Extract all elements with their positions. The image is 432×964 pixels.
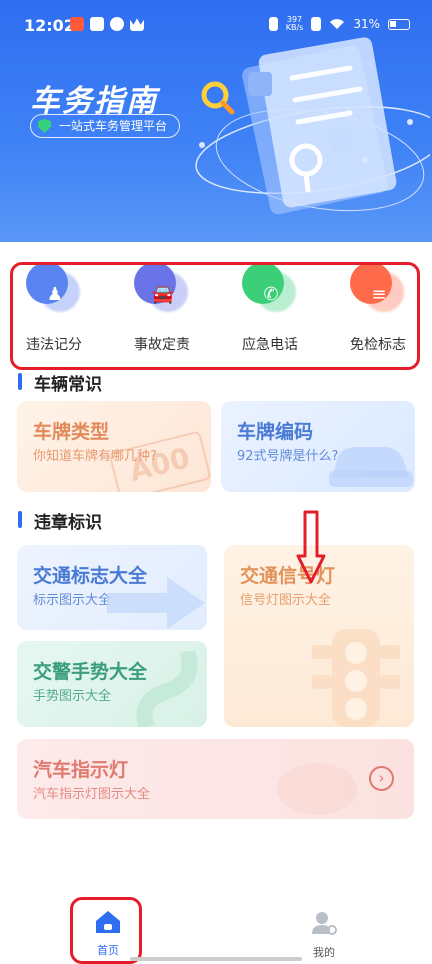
stamp-glyph: ♟: [46, 284, 64, 305]
section-title-violation: 违章标识: [18, 508, 102, 533]
card-police-gesture[interactable]: 交警手势大全 手势图示大全: [17, 641, 207, 727]
header-banner: 12:02 397 KB/s 31% 车务指南 一站式车务管理平台: [0, 0, 432, 242]
nav-mine-label: 我的: [313, 946, 335, 959]
battery-icon: [388, 18, 410, 30]
card-title: 车牌编码: [237, 421, 314, 443]
quick-label: 事故定责: [134, 337, 190, 353]
quick-violation-points[interactable]: ♟ 违法记分: [0, 262, 108, 372]
phone-glyph: ✆: [263, 284, 279, 305]
shield-icon: [38, 119, 51, 133]
quick-accident[interactable]: 🚘 事故定责: [108, 262, 216, 372]
bottom-nav: 首页 我的: [0, 900, 432, 964]
card-subtitle: 92式号牌是什么?: [237, 449, 339, 464]
sim-icon: [311, 17, 322, 31]
gesture-bar: [130, 957, 302, 961]
car-silhouette-icon: [329, 447, 413, 487]
card-subtitle: 手势图示大全: [33, 689, 112, 704]
card-traffic-sign[interactable]: 交通标志大全 标示图示大全: [17, 545, 207, 630]
quick-exempt-sign[interactable]: ≡ 免检标志: [324, 262, 432, 372]
user-gear-icon: [312, 912, 337, 935]
traffic-light-icon: [312, 629, 400, 727]
app-screen: 12:02 397 KB/s 31% 车务指南 一站式车务管理平台 ♟ 违法记分…: [0, 0, 432, 964]
road-curve-icon: [136, 651, 198, 727]
battery-text: 31%: [353, 17, 380, 31]
nav-home-label: 首页: [97, 944, 119, 957]
vibrate-icon: [268, 17, 278, 31]
nav-mine[interactable]: 我的: [294, 910, 354, 960]
status-time: 12:02: [24, 16, 75, 35]
card-plate-type[interactable]: 车牌类型 你知道车牌有哪几种? A00: [17, 401, 211, 492]
quick-label: 违法记分: [26, 337, 82, 353]
nav-home[interactable]: 首页: [78, 910, 138, 958]
section-title-vehicle: 车辆常识: [18, 370, 102, 395]
card-subtitle: 标示图示大全: [33, 593, 112, 608]
hero-subtitle-badge: 一站式车务管理平台: [30, 114, 181, 138]
status-app-icons: [70, 17, 144, 31]
quick-label: 应急电话: [242, 337, 298, 353]
card-title: 汽车指示灯: [33, 759, 129, 781]
document-illustration: [195, 37, 430, 215]
notification-icon: [70, 17, 84, 31]
chevron-right-icon[interactable]: ›: [369, 766, 394, 791]
card-subtitle: 信号灯图示大全: [240, 593, 332, 608]
app-notification-icon: [90, 17, 104, 31]
card-subtitle: 汽车指示灯图示大全: [33, 787, 151, 802]
plate-deco: A00: [108, 430, 211, 492]
crown-icon: [130, 18, 144, 31]
card-traffic-light[interactable]: 交通信号灯 信号灯图示大全: [224, 545, 414, 727]
engine-deco-icon: [277, 763, 357, 815]
quick-label: 免检标志: [350, 337, 406, 353]
home-icon: [96, 911, 120, 933]
car-glyph: 🚘: [151, 284, 175, 305]
card-title: 交通信号灯: [240, 565, 336, 587]
card-indicator-light[interactable]: 汽车指示灯 汽车指示灯图示大全 ›: [17, 739, 414, 819]
card-plate-code[interactable]: 车牌编码 92式号牌是什么?: [221, 401, 415, 492]
exempt-glyph: ≡: [371, 284, 387, 305]
link-icon: [110, 17, 124, 31]
quick-actions: ♟ 违法记分 🚘 事故定责 ✆ 应急电话 ≡ 免检标志: [0, 262, 432, 372]
hero-subtitle: 一站式车务管理平台: [59, 119, 168, 133]
wifi-icon: [330, 19, 345, 29]
card-title: 车牌类型: [33, 421, 110, 443]
quick-emergency-phone[interactable]: ✆ 应急电话: [216, 262, 324, 372]
arrow-sign-icon: [107, 577, 205, 629]
